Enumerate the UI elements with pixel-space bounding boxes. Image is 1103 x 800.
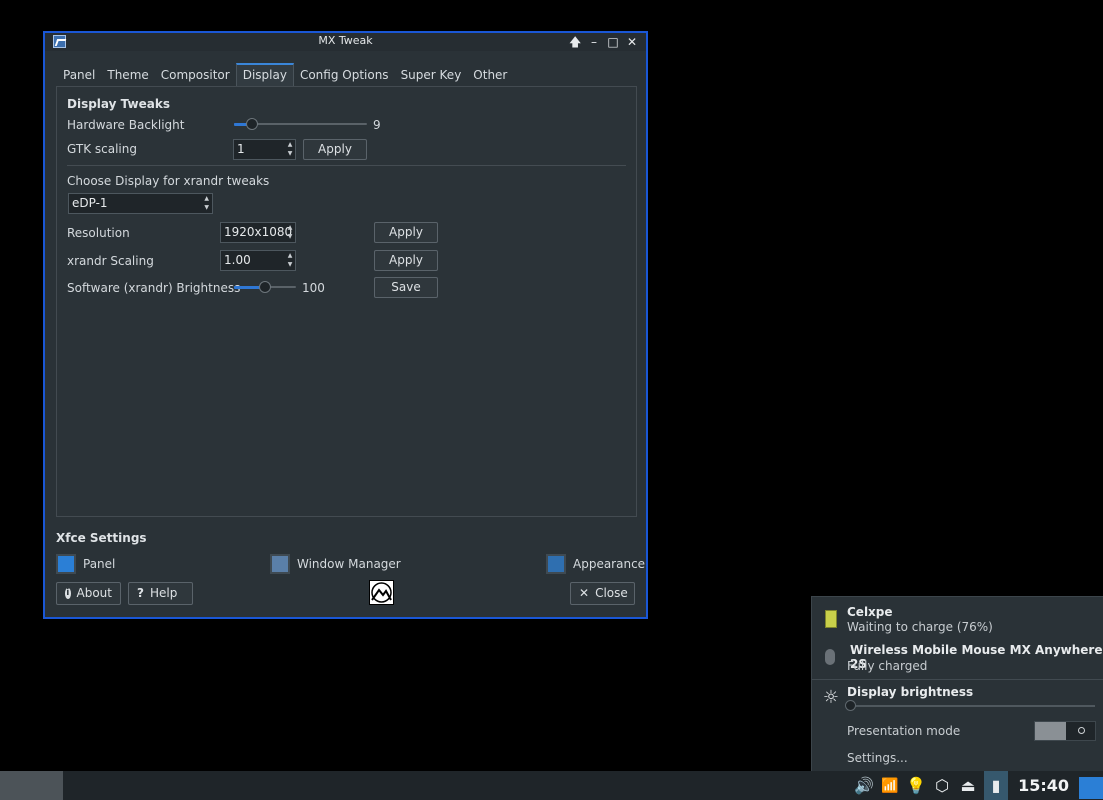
backlight-value: 9 — [373, 118, 381, 132]
battery-status: Waiting to charge (76%) — [847, 620, 993, 634]
minimize-icon[interactable]: – — [588, 33, 600, 51]
spin-arrows-icon[interactable]: ▲ ▼ — [285, 140, 295, 159]
appearance-icon — [546, 554, 566, 574]
mx-tweak-window: MX Tweak 🡅 – □ ✕ Panel Theme Compositor … — [43, 31, 648, 619]
maximize-icon[interactable]: □ — [607, 33, 619, 51]
tab-theme[interactable]: Theme — [101, 63, 154, 87]
panel-launcher-label: Panel — [83, 557, 116, 571]
backlight-label: Hardware Backlight — [67, 118, 185, 132]
resolution-apply-button[interactable]: Apply — [374, 222, 438, 243]
close-x-icon: ✕ — [579, 586, 590, 600]
lightbulb-icon[interactable]: 💡 — [906, 776, 926, 796]
choose-display-label: Choose Display for xrandr tweaks — [67, 174, 270, 188]
xrandr-scaling-spinbox[interactable]: 1.00 ▲ ▼ — [220, 250, 296, 271]
tab-display[interactable]: Display — [235, 63, 294, 87]
system-tray: 🔊 📶 💡 ⬡ ⏏ ▮ 15:40 — [854, 771, 1103, 800]
window-manager-icon — [270, 554, 290, 574]
presentation-mode-label: Presentation mode — [847, 724, 961, 738]
xrandr-scaling-label: xrandr Scaling — [67, 254, 154, 268]
mx-logo-icon — [369, 580, 394, 605]
battery-title: Celxpe — [847, 605, 893, 619]
info-icon: i — [65, 588, 71, 599]
battery-icon — [825, 610, 837, 628]
xfce-settings-title: Xfce Settings — [56, 531, 147, 545]
resolution-label: Resolution — [67, 226, 130, 240]
xrandr-apply-button[interactable]: Apply — [374, 250, 438, 271]
volume-icon[interactable]: 🔊 — [854, 776, 874, 796]
settings-link[interactable]: Settings... — [847, 751, 908, 765]
close-label: Close — [595, 586, 628, 600]
section-title: Display Tweaks — [67, 97, 170, 111]
eject-icon[interactable]: ⏏ — [958, 776, 978, 796]
gtk-scaling-spinbox[interactable]: 1 ▲ ▼ — [233, 139, 296, 160]
tab-compositor[interactable]: Compositor — [155, 63, 236, 87]
close-button[interactable]: ✕ Close — [570, 582, 635, 605]
about-button[interactable]: i About — [56, 582, 121, 605]
help-label: Help — [149, 586, 178, 600]
window-manager-label: Window Manager — [297, 557, 401, 571]
save-button[interactable]: Save — [374, 277, 438, 298]
about-label: About — [76, 586, 112, 600]
display-brightness-slider[interactable] — [847, 705, 1095, 707]
resolution-value: 1920x1080 — [224, 225, 293, 239]
display-select[interactable]: eDP-1 ▲ ▼ — [68, 193, 213, 214]
resolution-spinbox[interactable]: 1920x1080 ▲ ▼ — [220, 222, 296, 243]
display-select-value: eDP-1 — [72, 196, 108, 210]
tab-other[interactable]: Other — [467, 63, 513, 87]
tab-panel[interactable]: Panel — [57, 63, 101, 87]
backlight-slider[interactable] — [234, 118, 367, 130]
tab-super-key[interactable]: Super Key — [395, 63, 468, 87]
display-brightness-handle[interactable] — [845, 700, 856, 711]
start-button[interactable] — [0, 771, 63, 800]
presentation-mode-toggle[interactable] — [1034, 721, 1096, 741]
gtk-scaling-value: 1 — [237, 142, 245, 156]
window-title: MX Tweak — [318, 34, 373, 47]
appearance-label: Appearance — [573, 557, 646, 571]
gtk-scaling-label: GTK scaling — [67, 142, 137, 156]
spin-arrows-icon[interactable]: ▲ ▼ — [285, 251, 295, 270]
help-icon: ? — [137, 586, 144, 600]
brightness-title: Display brightness — [847, 685, 974, 699]
tab-config-options[interactable]: Config Options — [294, 63, 395, 87]
stick-icon[interactable]: 🡅 — [569, 33, 581, 51]
select-arrows-icon: ▲ ▼ — [204, 195, 209, 211]
window-manager-launcher[interactable]: Window Manager — [270, 553, 401, 575]
brightness-slider-handle[interactable] — [259, 281, 271, 293]
close-icon[interactable]: ✕ — [626, 33, 638, 51]
help-button[interactable]: ? Help — [128, 582, 193, 605]
taskbar: 🔊 📶 💡 ⬡ ⏏ ▮ 15:40 — [0, 771, 1103, 800]
power-manager-icon[interactable]: ▮ — [984, 771, 1009, 800]
package-icon[interactable]: ⬡ — [932, 776, 952, 796]
clock[interactable]: 15:40 — [1014, 776, 1073, 795]
brightness-icon: ☼ — [822, 687, 840, 708]
brightness-slider[interactable] — [234, 281, 296, 293]
display-panel: Display Tweaks Hardware Backlight 9 GTK … — [56, 86, 637, 517]
xrandr-scaling-value: 1.00 — [224, 253, 251, 267]
wifi-icon[interactable]: 📶 — [880, 776, 900, 796]
appearance-launcher[interactable]: Appearance — [546, 553, 645, 575]
mouse-status: Fully charged — [847, 659, 928, 673]
power-popup: Celxpe Waiting to charge (76%) Wireless … — [811, 596, 1103, 771]
mouse-icon — [825, 649, 835, 665]
gtk-apply-button[interactable]: Apply — [303, 139, 367, 160]
divider — [812, 679, 1103, 680]
backlight-slider-handle[interactable] — [246, 118, 258, 130]
title-bar[interactable]: MX Tweak 🡅 – □ ✕ — [45, 33, 646, 51]
brightness-label: Software (xrandr) Brightness — [67, 281, 241, 295]
spin-arrows-icon[interactable]: ▲ ▼ — [285, 223, 295, 242]
panel-icon — [56, 554, 76, 574]
brightness-value: 100 — [302, 281, 325, 295]
divider — [67, 165, 626, 166]
show-desktop-button[interactable] — [1079, 776, 1103, 799]
panel-launcher[interactable]: Panel — [56, 553, 115, 575]
tab-bar: Panel Theme Compositor Display Config Op… — [57, 63, 513, 87]
